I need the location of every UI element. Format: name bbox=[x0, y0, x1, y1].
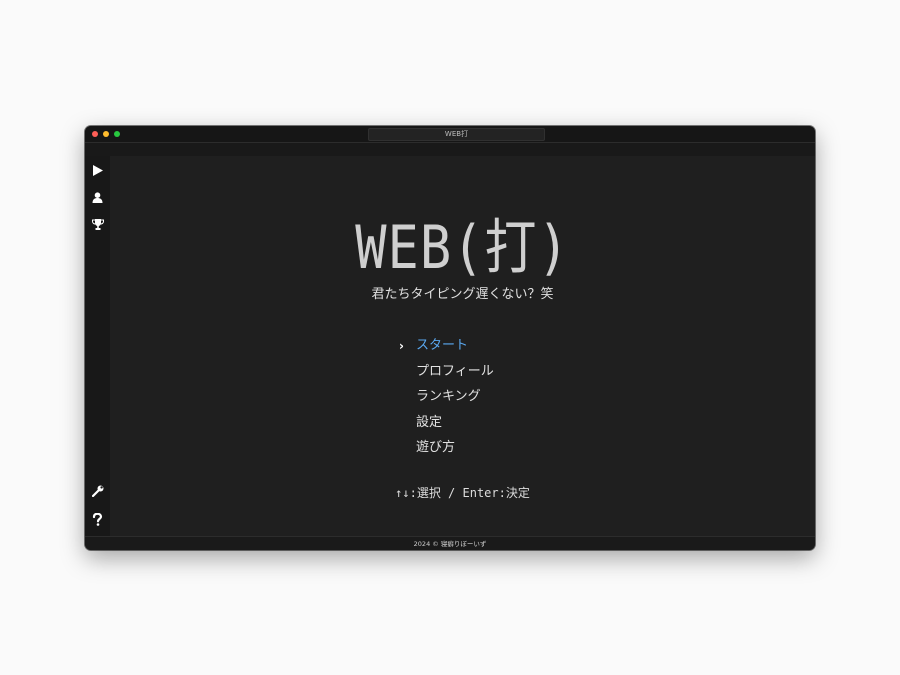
wrench-icon[interactable] bbox=[91, 484, 104, 497]
app-window: WEB打 WEB(打) 君たちタイピング遅くない？笑 › スタート プロフィール… bbox=[85, 126, 815, 550]
help-icon[interactable] bbox=[91, 513, 104, 526]
user-icon[interactable] bbox=[91, 191, 104, 204]
window-title: WEB打 bbox=[368, 128, 545, 141]
menu-item-label: ランキング bbox=[416, 389, 481, 405]
tagline: 君たちタイピング遅くない？笑 bbox=[371, 287, 554, 302]
menu-item-profile[interactable]: プロフィール bbox=[416, 362, 556, 388]
menu-item-label: 遊び方 bbox=[416, 440, 456, 456]
main-menu: › スタート プロフィール ランキング 設定 遊び方 bbox=[399, 336, 556, 464]
menu-item-ranking[interactable]: ランキング bbox=[416, 387, 556, 413]
key-hint: ↑↓:選択 / Enter:決定 bbox=[395, 486, 530, 500]
play-icon[interactable] bbox=[91, 164, 104, 177]
sidebar bbox=[85, 156, 110, 536]
menu-item-start[interactable]: › スタート bbox=[399, 336, 556, 362]
trophy-icon[interactable] bbox=[91, 218, 104, 231]
menu-item-how-to-play[interactable]: 遊び方 bbox=[416, 438, 556, 464]
menu-cursor-icon: › bbox=[399, 339, 404, 353]
minimize-window-button[interactable] bbox=[103, 131, 109, 137]
close-window-button[interactable] bbox=[92, 131, 98, 137]
menu-item-label: スタート bbox=[416, 338, 469, 353]
toolbar-strip bbox=[85, 143, 815, 156]
app-logo: WEB(打) bbox=[355, 213, 570, 283]
menu-item-label: プロフィール bbox=[416, 363, 494, 379]
maximize-window-button[interactable] bbox=[114, 131, 120, 137]
menu-item-label: 設定 bbox=[416, 414, 443, 430]
main-content: WEB(打) 君たちタイピング遅くない？笑 › スタート プロフィール ランキン… bbox=[110, 156, 815, 536]
footer-copyright: 2024 © 寝癖りぼーいず bbox=[85, 536, 815, 550]
menu-item-settings[interactable]: 設定 bbox=[416, 413, 556, 439]
title-bar: WEB打 bbox=[85, 126, 815, 143]
